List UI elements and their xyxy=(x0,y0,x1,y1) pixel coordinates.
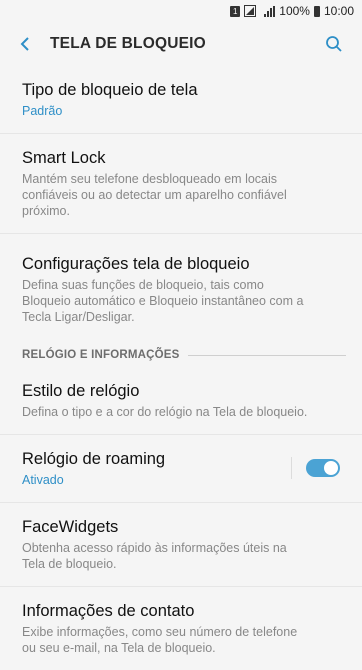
setting-title: Tipo de bloqueio de tela xyxy=(22,81,198,99)
setting-title: Relógio de roaming xyxy=(22,450,166,468)
setting-lock-screen-type[interactable]: Tipo de bloqueio de tela Padrão xyxy=(0,66,362,134)
section-header-label: RELÓGIO E INFORMAÇÕES xyxy=(22,349,180,361)
status-bar: 1 100% 10:00 xyxy=(0,0,362,22)
setting-value: Ativado xyxy=(22,473,64,487)
setting-value: Padrão xyxy=(22,104,63,118)
toggle-container xyxy=(291,457,340,479)
back-arrow-icon[interactable] xyxy=(14,33,36,55)
battery-percent: 100% xyxy=(279,4,310,18)
setting-title: FaceWidgets xyxy=(22,518,119,536)
setting-clock-style[interactable]: Estilo de relógio Defina o tipo e a cor … xyxy=(0,367,362,435)
cell-signal-icon xyxy=(264,5,276,17)
sim-icon: 1 xyxy=(230,5,241,17)
battery-icon xyxy=(313,5,320,17)
setting-smart-lock[interactable]: Smart Lock Mantém seu telefone desbloque… xyxy=(0,134,362,234)
setting-contact-info[interactable]: Informações de contato Exibe informações… xyxy=(0,587,362,670)
toggle-knob xyxy=(323,460,339,476)
section-divider xyxy=(187,354,346,356)
setting-title: Estilo de relógio xyxy=(22,382,140,400)
search-icon[interactable] xyxy=(322,32,346,56)
setting-facewidgets[interactable]: FaceWidgets Obtenha acesso rápido às inf… xyxy=(0,503,362,587)
setting-description: Obtenha acesso rápido às informações úte… xyxy=(22,541,287,571)
signal-icon xyxy=(244,5,260,17)
page-title: TELA DE BLOQUEIO xyxy=(50,35,206,52)
setting-description: Defina suas funções de bloqueio, tais co… xyxy=(22,278,304,324)
clock: 10:00 xyxy=(323,4,354,18)
setting-lock-screen-config[interactable]: Configurações tela de bloqueio Defina su… xyxy=(0,234,362,341)
setting-description: Defina o tipo e a cor do relógio na Tela… xyxy=(22,405,308,419)
section-header: RELÓGIO E INFORMAÇÕES xyxy=(0,341,362,367)
setting-roaming-clock[interactable]: Relógio de roaming Ativado xyxy=(0,435,362,503)
setting-title: Smart Lock xyxy=(22,149,106,167)
setting-description: Exibe informações, como seu número de te… xyxy=(22,625,298,655)
toggle-divider xyxy=(291,457,292,479)
setting-title: Configurações tela de bloqueio xyxy=(22,255,250,273)
setting-description: Mantém seu telefone desbloqueado em loca… xyxy=(22,172,287,218)
settings-list: Tipo de bloqueio de tela Padrão Smart Lo… xyxy=(0,66,362,670)
roaming-clock-toggle[interactable] xyxy=(306,459,340,477)
setting-title: Informações de contato xyxy=(22,602,195,620)
app-bar: TELA DE BLOQUEIO xyxy=(0,22,362,66)
